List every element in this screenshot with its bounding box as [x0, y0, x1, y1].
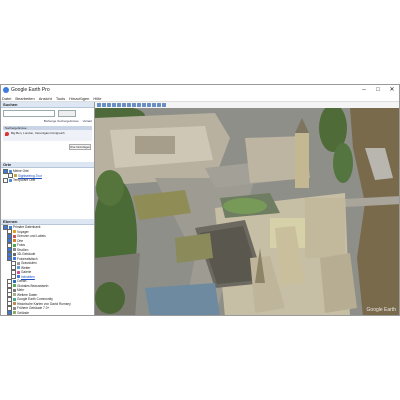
- layer-icon: [13, 239, 16, 243]
- tree-item-label: Gelände: [17, 310, 30, 315]
- map-watermark: Google Earth: [366, 307, 396, 313]
- layer-icon: [9, 178, 12, 182]
- tree-item-label: Straßen: [17, 247, 29, 252]
- ruler-icon[interactable]: [142, 103, 146, 107]
- image-overlay-icon[interactable]: [117, 103, 121, 107]
- path-icon[interactable]: [112, 103, 116, 107]
- tree-item-label: Meine Orte: [13, 169, 29, 174]
- layer-icon: [13, 297, 16, 301]
- app-window: Google Earth Pro – □ ✕ Datei Bearbeiten …: [0, 84, 400, 316]
- tree-item-label: Weitere Daten: [17, 292, 38, 297]
- places-tree: Meine Orte Sightseeing-Tour Temporäre Orte: [1, 168, 94, 184]
- record-tour-icon[interactable]: [122, 103, 126, 107]
- layer-icon: [14, 174, 17, 178]
- maximize-button[interactable]: □: [371, 85, 385, 95]
- title-bar: Google Earth Pro – □ ✕: [1, 85, 399, 95]
- tree-item-label: Primäre Datenbank: [13, 225, 41, 230]
- tree-item-label: Naturschutzgebiete: [17, 315, 44, 316]
- add-to-places-button[interactable]: Orte hinzufügen: [69, 144, 91, 150]
- layer-icon: [13, 243, 16, 247]
- layer-icon: [13, 302, 16, 306]
- tree-item-label: Orte: [17, 238, 24, 243]
- tree-item[interactable]: Naturschutzgebiete: [7, 314, 44, 316]
- layers-tree: Primäre Datenbank Voyager Grenzen und Labe…: [1, 224, 94, 316]
- tree-item[interactable]: Temporäre Orte: [3, 177, 92, 183]
- layer-icon: [17, 275, 20, 279]
- layer-icon: [13, 306, 16, 310]
- layer-icon: [13, 252, 16, 256]
- search-result-label: Big Ben, London, Vereinigtes Königreich: [11, 131, 65, 135]
- search-history-links: Bisherige Suchergebnisse Verlauf: [1, 118, 94, 124]
- checkbox[interactable]: [7, 314, 12, 315]
- tree-item-label: Ozean: [17, 279, 27, 284]
- minimize-button[interactable]: –: [357, 85, 371, 95]
- menu-add[interactable]: Hinzufügen: [69, 96, 89, 101]
- tree-item-label: Google Earth Community: [17, 297, 53, 302]
- historical-imagery-icon[interactable]: [127, 103, 131, 107]
- search-result-item[interactable]: Big Ben, London, Vereinigtes Königreich: [3, 130, 92, 141]
- menu-tools[interactable]: Tools: [56, 96, 65, 101]
- tree-item-label: Graustufen: [21, 261, 37, 266]
- planets-icon[interactable]: [137, 103, 141, 107]
- layer-icon: [13, 248, 16, 252]
- menu-help[interactable]: Hilfe: [93, 96, 101, 101]
- sun-icon[interactable]: [132, 103, 136, 107]
- history-link[interactable]: Bisherige Suchergebnisse: [44, 119, 79, 123]
- aerial-imagery: [95, 108, 399, 315]
- history-link[interactable]: Verlauf: [83, 119, 92, 123]
- tree-item-label: Voyager: [17, 229, 29, 234]
- tree-item-label: Fotos: [17, 243, 25, 248]
- tree-item-label: Globales Bewusstsein: [17, 283, 49, 288]
- layer-icon: [13, 311, 16, 315]
- search-button[interactable]: [58, 110, 76, 117]
- tree-item-label: Galerie: [21, 270, 32, 275]
- save-image-icon[interactable]: [157, 103, 161, 107]
- close-button[interactable]: ✕: [385, 85, 399, 95]
- menu-file[interactable]: Datei: [2, 96, 11, 101]
- menu-view[interactable]: Ansicht: [39, 96, 52, 101]
- tree-item-label: Fotorealistisch: [17, 256, 38, 261]
- google-maps-icon[interactable]: [162, 103, 166, 107]
- placemark-icon: [5, 132, 9, 136]
- tree-item-label: 3D-Gebäude: [17, 252, 36, 257]
- tree-item-label: Infoseiten: [21, 274, 35, 279]
- places-panel: Orte Meine Orte Sightseeing-Tour Temporäre…: [1, 162, 94, 219]
- search-panel: Suchen Bisherige Suchergebnisse Verlauf …: [1, 102, 94, 162]
- layer-icon: [13, 234, 16, 238]
- tree-item-label: Temporäre Orte: [13, 178, 36, 183]
- layers-panel: Ebenen Primäre Datenbank Voyager Grenzen u…: [1, 219, 94, 315]
- tree-item-label: Frühere Gebäude 7.0+: [17, 306, 50, 311]
- layer-icon: [13, 230, 16, 234]
- search-input[interactable]: [3, 110, 55, 117]
- placemark-icon[interactable]: [102, 103, 106, 107]
- print-icon[interactable]: [152, 103, 156, 107]
- window-title: Google Earth Pro: [11, 87, 50, 93]
- menu-bar: Datei Bearbeiten Ansicht Tools Hinzufüge…: [1, 95, 399, 102]
- layer-icon: [13, 279, 16, 283]
- layer-icon: [17, 261, 20, 265]
- sidebar: Suchen Bisherige Suchergebnisse Verlauf …: [1, 102, 95, 315]
- polygon-icon[interactable]: [107, 103, 111, 107]
- email-icon[interactable]: [147, 103, 151, 107]
- checkbox[interactable]: [3, 177, 8, 183]
- layer-icon: [13, 284, 16, 288]
- tree-item-label: Wetter: [21, 265, 31, 270]
- layer-icon: [13, 293, 16, 297]
- tree-item-label: Grenzen und Labels: [17, 234, 46, 239]
- tree-item-label: Mehr: [17, 288, 25, 293]
- layer-icon: [13, 288, 16, 292]
- menu-edit[interactable]: Bearbeiten: [15, 96, 34, 101]
- tree-item-label: Historische Karten von David Rumsey: [17, 301, 71, 306]
- layer-icon: [17, 270, 20, 274]
- hide-sidebar-icon[interactable]: [97, 103, 101, 107]
- layer-icon: [17, 266, 20, 270]
- app-logo-icon: [3, 87, 9, 93]
- tree-item-label: Sightseeing-Tour: [18, 173, 42, 178]
- 3d-map-view[interactable]: Google Earth: [95, 108, 399, 315]
